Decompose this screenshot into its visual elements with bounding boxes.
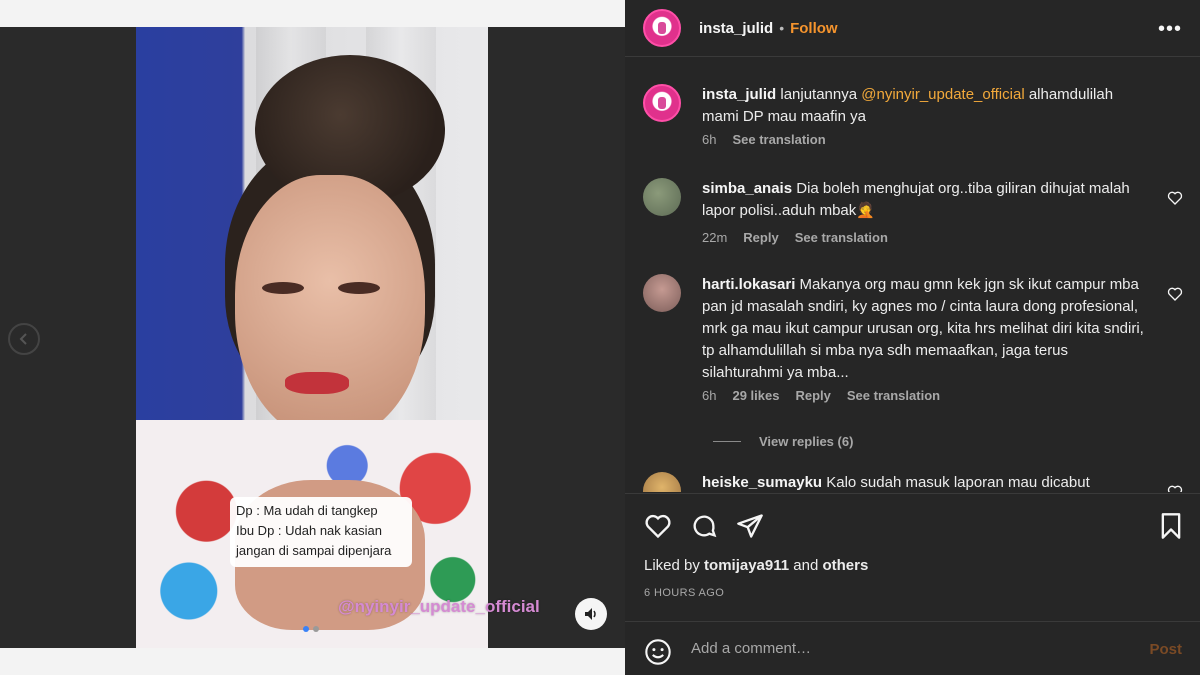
comment-bar: Post xyxy=(625,621,1200,675)
comment-meta: 6h 29 likes Reply See translation xyxy=(702,388,940,403)
comment-username[interactable]: simba_anais xyxy=(702,180,792,197)
reply-button[interactable]: Reply xyxy=(743,230,778,245)
video-watermark: @nyinyir_update_official xyxy=(338,597,540,616)
emoji-icon[interactable] xyxy=(644,638,672,666)
avatar[interactable] xyxy=(643,9,681,47)
list-item: harti.lokasari Makanya org mau gmn kek j… xyxy=(643,274,1183,464)
video-frame-eye xyxy=(262,282,304,294)
comments-list[interactable]: insta_julid lanjutannya @nyinyir_update_… xyxy=(625,58,1200,492)
comment-text: simba_anais Dia boleh menghujat org..tib… xyxy=(702,178,1152,222)
liked-user-link[interactable]: tomijaya911 xyxy=(704,557,789,574)
comment-time: 6h xyxy=(702,132,717,147)
avatar[interactable] xyxy=(643,178,681,216)
caption-line: Dp : Ma udah di tangkep xyxy=(236,503,378,518)
avatar[interactable] xyxy=(643,472,681,492)
video-frame-eye xyxy=(338,282,380,294)
see-translation-link[interactable]: See translation xyxy=(795,230,888,245)
video-frame-lips xyxy=(285,372,349,394)
comment-icon[interactable] xyxy=(690,512,718,540)
comment-content: lanjutannya xyxy=(776,86,862,103)
like-comment-icon[interactable] xyxy=(1167,484,1183,492)
liked-prefix: Liked by xyxy=(644,557,705,574)
post-side-panel: insta_julid • Follow ••• insta_julid lan… xyxy=(625,0,1200,675)
add-comment-input[interactable] xyxy=(691,640,1091,657)
share-icon[interactable] xyxy=(736,512,764,540)
top-strip xyxy=(0,0,625,27)
separator-dot: • xyxy=(779,20,785,36)
more-options-icon[interactable]: ••• xyxy=(1158,18,1182,41)
action-bar: Liked by tomijaya911 and others 6 HOURS … xyxy=(625,493,1200,620)
video-caption: Dp : Ma udah di tangkep Ibu Dp : Udah na… xyxy=(230,497,412,567)
bottom-strip xyxy=(0,648,625,675)
post-header: insta_julid • Follow ••• xyxy=(625,0,1200,57)
carousel-dot xyxy=(303,626,309,632)
comment-meta: 22m Reply See translation xyxy=(702,230,888,245)
list-item: heiske_sumayku Kalo sudah masuk laporan … xyxy=(643,472,1183,492)
heart-icon[interactable] xyxy=(644,512,672,540)
see-translation-link[interactable]: See translation xyxy=(732,132,825,147)
view-replies[interactable]: View replies (6) xyxy=(713,434,853,449)
speaker-icon xyxy=(585,608,596,620)
see-translation-link[interactable]: See translation xyxy=(847,388,940,403)
chevron-left-icon xyxy=(19,333,27,345)
bookmark-icon[interactable] xyxy=(1157,512,1185,540)
media-area: Dp : Ma udah di tangkep Ibu Dp : Udah na… xyxy=(0,0,625,675)
comment-text: heiske_sumayku Kalo sudah masuk laporan … xyxy=(702,472,1152,492)
avatar[interactable] xyxy=(643,274,681,312)
comment-content: Kalo sudah masuk laporan mau dicabut xyxy=(822,474,1090,491)
avatar[interactable] xyxy=(643,84,681,122)
comment-text: insta_julid lanjutannya @nyinyir_update_… xyxy=(702,84,1152,128)
reply-button[interactable]: Reply xyxy=(795,388,830,403)
post-timestamp[interactable]: 6 HOURS AGO xyxy=(644,587,724,599)
comment-time: 22m xyxy=(702,230,728,245)
comment-text: harti.lokasari Makanya org mau gmn kek j… xyxy=(702,274,1152,384)
previous-button[interactable] xyxy=(8,323,40,355)
carousel-dots xyxy=(303,626,319,632)
like-comment-icon[interactable] xyxy=(1167,286,1183,302)
carousel-dot xyxy=(313,626,319,632)
view-replies-link[interactable]: View replies (6) xyxy=(759,434,853,449)
comment-meta: 6h See translation xyxy=(702,132,826,147)
caption-line: Ibu Dp : Udah nak kasian xyxy=(236,523,382,538)
video-frame-face xyxy=(235,175,425,440)
post-author-username[interactable]: insta_julid xyxy=(699,20,773,37)
instagram-post-view: Dp : Ma udah di tangkep Ibu Dp : Udah na… xyxy=(0,0,1200,675)
liked-others-link[interactable]: others xyxy=(822,557,868,574)
divider xyxy=(713,441,741,442)
post-button[interactable]: Post xyxy=(1149,641,1182,658)
comment-username[interactable]: heiske_sumayku xyxy=(702,474,822,491)
caption-line: jangan di sampai dipenjara xyxy=(236,543,392,558)
comment-username[interactable]: insta_julid xyxy=(702,86,776,103)
comment-time: 6h xyxy=(702,388,717,403)
list-item: simba_anais Dia boleh menghujat org..tib… xyxy=(643,178,1183,248)
liked-by: Liked by tomijaya911 and others xyxy=(644,557,868,574)
liked-and: and xyxy=(789,557,823,574)
comment-likes[interactable]: 29 likes xyxy=(732,388,779,403)
follow-button[interactable]: Follow xyxy=(790,20,838,37)
sound-toggle-button[interactable] xyxy=(575,598,607,630)
mention-link[interactable]: @nyinyir_update_official xyxy=(861,86,1024,103)
list-item: insta_julid lanjutannya @nyinyir_update_… xyxy=(643,84,1183,154)
like-comment-icon[interactable] xyxy=(1167,190,1183,206)
comment-username[interactable]: harti.lokasari xyxy=(702,276,795,293)
